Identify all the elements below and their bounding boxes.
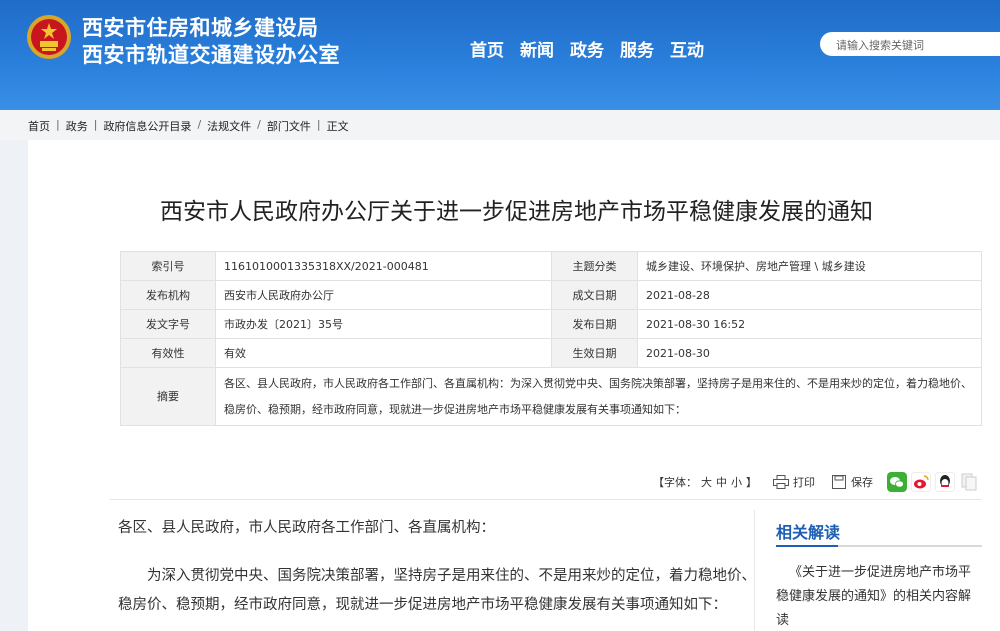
effective-date-value: 2021-08-30 <box>637 338 982 368</box>
printer-icon[interactable] <box>773 475 789 489</box>
body-paragraph: 各区、县人民政府，市人民政府各工作部门、各直属机构： <box>118 520 495 536</box>
article-tools: 【字体： 大 中 小 】 打印 保存 <box>653 472 979 492</box>
font-large-button[interactable]: 大 <box>701 474 712 490</box>
main-nav: 首页 新闻 政务 服务 互动 <box>470 36 704 61</box>
related-title-accent <box>776 545 838 547</box>
topic-label: 主题分类 <box>551 251 638 281</box>
related-title-underline <box>776 545 982 547</box>
breadcrumb-current: 正文 <box>326 120 349 133</box>
document-meta-table: 索引号 1161010001335318XX/2021-000481 主题分类 … <box>120 251 982 426</box>
save-icon[interactable] <box>831 475 847 489</box>
effective-date-label: 生效日期 <box>551 338 638 368</box>
nav-news[interactable]: 新闻 <box>520 36 554 61</box>
breadcrumb-affairs[interactable]: 政务 <box>66 118 88 134</box>
published-date-label: 发布日期 <box>551 309 638 339</box>
breadcrumb-separator: / <box>257 118 261 131</box>
issuer-value: 西安市人民政府办公厅 <box>215 280 552 310</box>
site-name-secondary[interactable]: 西安市轨道交通建设办公室 <box>82 39 340 69</box>
published-date-value: 2021-08-30 16:52 <box>637 309 982 339</box>
copy-link-icon[interactable] <box>959 472 979 492</box>
qq-share-icon[interactable] <box>935 472 955 492</box>
index-label: 索引号 <box>120 251 216 281</box>
breadcrumb-info-directory[interactable]: 政府信息公开目录 <box>103 118 191 134</box>
breadcrumb-home[interactable]: 首页 <box>28 118 50 134</box>
nav-services[interactable]: 服务 <box>620 36 654 61</box>
abstract-label: 摘要 <box>120 367 216 426</box>
breadcrumb-separator: | <box>93 118 98 131</box>
nav-interaction[interactable]: 互动 <box>670 36 704 61</box>
docno-label: 发文字号 <box>120 309 216 339</box>
national-emblem-icon <box>27 15 71 59</box>
save-button[interactable]: 保存 <box>851 474 873 490</box>
related-reading-link[interactable]: 《关于进一步促进房地产市场平稳健康发展的通知》的相关内容解读 <box>776 561 982 631</box>
wechat-share-icon[interactable] <box>887 472 907 492</box>
site-name-primary[interactable]: 西安市住房和城乡建设局 <box>82 12 319 42</box>
sidebar-divider <box>754 510 755 631</box>
search-input[interactable]: 请输入搜索关键词 <box>820 32 1000 56</box>
index-value: 1161010001335318XX/2021-000481 <box>215 251 552 281</box>
font-size-bracket: 】 <box>746 476 757 489</box>
breadcrumb-separator: | <box>56 118 60 131</box>
print-button[interactable]: 打印 <box>793 474 815 490</box>
breadcrumb-separator: / <box>197 118 202 131</box>
related-reading-title: 相关解读 <box>776 523 841 542</box>
breadcrumb-regulations[interactable]: 法规文件 <box>207 118 251 134</box>
font-size-label: 【字体： <box>653 476 697 489</box>
breadcrumb-bar: 首页 | 政务 | 政府信息公开目录 / 法规文件 / 部门文件 | 正文 <box>0 110 1000 140</box>
article-title: 西安市人民政府办公厅关于进一步促进房地产市场平稳健康发展的通知 <box>160 199 873 225</box>
breadcrumb: 首页 | 政务 | 政府信息公开目录 / 法规文件 / 部门文件 | 正文 <box>28 118 349 134</box>
issuer-label: 发布机构 <box>120 280 216 310</box>
topic-value: 城乡建设、环境保护、房地产管理 \ 城乡建设 <box>637 251 982 281</box>
breadcrumb-department-docs[interactable]: 部门文件 <box>267 118 311 134</box>
validity-value: 有效 <box>215 338 552 368</box>
body-paragraph: 为深入贯彻党中央、国务院决策部署，坚持房子是用来住的、不是用来炒的定位，着力稳地… <box>118 568 756 613</box>
validity-label: 有效性 <box>120 338 216 368</box>
created-date-value: 2021-08-28 <box>637 280 982 310</box>
weibo-share-icon[interactable] <box>911 472 931 492</box>
nav-home[interactable]: 首页 <box>470 36 504 61</box>
breadcrumb-separator: | <box>316 118 321 131</box>
site-header: 西安市住房和城乡建设局 西安市轨道交通建设办公室 首页 新闻 政务 服务 互动 … <box>0 0 1000 110</box>
created-date-label: 成文日期 <box>551 280 638 310</box>
abstract-value: 各区、县人民政府，市人民政府各工作部门、各直属机构：为深入贯彻党中央、国务院决策… <box>215 367 982 426</box>
docno-value: 市政办发〔2021〕35号 <box>215 309 552 339</box>
content-divider <box>110 499 982 500</box>
font-medium-button[interactable]: 中 <box>716 474 727 490</box>
nav-government-affairs[interactable]: 政务 <box>570 36 604 61</box>
font-small-button[interactable]: 小 <box>731 474 742 490</box>
